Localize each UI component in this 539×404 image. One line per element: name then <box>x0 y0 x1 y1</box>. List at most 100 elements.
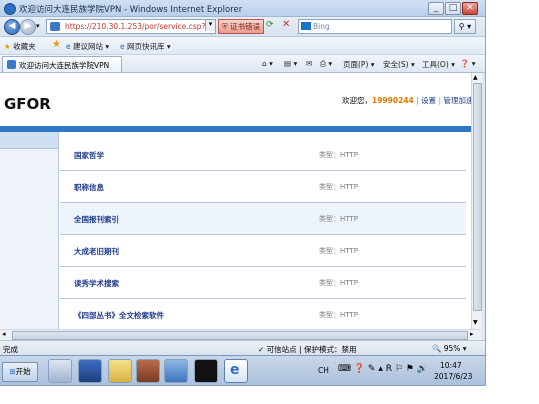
tab-active[interactable]: 欢迎访问大连民族学院VPN <box>2 56 122 72</box>
ie-page-icon: e <box>66 42 71 51</box>
shield-icon: ⛨ <box>221 22 228 31</box>
settings-link[interactable]: 设置 <box>421 96 436 105</box>
folder-icon[interactable] <box>108 359 132 383</box>
resource-type: 类型：HTTP <box>319 279 358 287</box>
tab-title: 欢迎访问大连民族学院VPN <box>19 61 110 70</box>
back-button[interactable]: ◀ <box>4 19 20 35</box>
search-icon: ⚲ ▾ <box>458 22 472 31</box>
certificate-error-label: 证书错误 <box>230 22 260 31</box>
minimize-button[interactable]: _ <box>428 2 444 15</box>
welcome-text: 欢迎您， <box>342 96 372 105</box>
taskbar: ⊞开始 e CH ⌨ ❓ ✎ ▴ R ⚐ ⚑ 🔊 10:47 2017/6/23 <box>0 355 485 385</box>
page-viewport: GFOR 欢迎您，19990244 | 设置 | 管理加速 国家哲学 类型：HT… <box>0 73 471 329</box>
bing-icon <box>301 22 311 30</box>
close-button[interactable]: ✕ <box>462 2 478 15</box>
resource-type: 类型：HTTP <box>319 311 358 319</box>
resource-name[interactable]: 读秀学术搜索 <box>74 278 119 289</box>
username: 19990244 <box>372 96 414 105</box>
tools-menu[interactable]: 工具(O) ▾ <box>422 59 455 70</box>
resource-row[interactable]: 《四部丛书》全文检索软件 类型：HTTP <box>60 299 466 329</box>
clock-date[interactable]: 2017/6/23 <box>434 372 472 381</box>
resource-name[interactable]: 《四部丛书》全文检索软件 <box>74 310 164 321</box>
input-method-indicator[interactable]: CH <box>318 366 329 375</box>
resource-type: 类型：HTTP <box>319 247 358 255</box>
print-icon[interactable]: ⎙ ▾ <box>320 59 332 69</box>
status-text: 完成 <box>3 345 18 354</box>
stop-icon[interactable]: ✕ <box>282 19 290 30</box>
mail-icon[interactable]: ✉ <box>306 59 312 68</box>
site-logo: GFOR <box>4 95 51 113</box>
certificate-error-button[interactable]: ⛨ 证书错误 <box>218 19 264 34</box>
package-icon[interactable] <box>136 359 160 383</box>
powershell-icon[interactable] <box>78 359 102 383</box>
side-panel-item[interactable] <box>0 132 58 149</box>
scroll-left-icon[interactable]: ◂ <box>2 330 6 338</box>
address-dropdown-icon[interactable]: ▾ <box>205 20 215 31</box>
resource-name[interactable]: 全国报刊索引 <box>74 214 119 225</box>
address-url: https://210.30.1.253/por/service.csp?ty <box>65 22 213 31</box>
resource-name[interactable]: 职称信息 <box>74 182 104 193</box>
home-icon[interactable]: ⌂ ▾ <box>262 59 273 68</box>
refresh-icon[interactable]: ⟳ <box>266 20 274 30</box>
tab-command-bar: 欢迎访问大连民族学院VPN ⌂ ▾ ▤ ▾ ✉ ⎙ ▾ 页面(P) ▾ 安全(S… <box>0 55 485 73</box>
resource-type: 类型：HTTP <box>319 215 358 223</box>
maximize-button[interactable]: □ <box>445 2 461 15</box>
favorites-button[interactable]: ★ 收藏夹 <box>4 41 36 52</box>
favorites-bar: ★ 收藏夹 ★ e 建议网站 ▾ e 网页快讯库 ▾ <box>0 37 485 55</box>
cmd-icon[interactable] <box>194 359 218 383</box>
scroll-down-icon[interactable]: ▼ <box>473 319 478 326</box>
status-bar: 完成 ✓ 可信站点 | 保护模式：禁用 🔍 95% ▾ <box>0 340 485 355</box>
resource-row[interactable]: 职称信息 类型：HTTP <box>60 171 466 203</box>
internet-explorer-icon[interactable]: e <box>224 359 248 383</box>
page-icon <box>50 22 60 31</box>
search-input[interactable]: Bing <box>298 19 452 34</box>
title-bar: 欢迎访问大连民族学院VPN - Windows Internet Explore… <box>0 0 485 17</box>
resource-row[interactable]: 读秀学术搜索 类型：HTTP <box>60 267 466 299</box>
search-button[interactable]: ⚲ ▾ <box>454 19 476 34</box>
resource-type: 类型：HTTP <box>319 151 358 159</box>
resource-type: 类型：HTTP <box>319 183 358 191</box>
feeds-icon[interactable]: ▤ ▾ <box>284 59 297 68</box>
clock-time[interactable]: 10:47 <box>440 361 462 370</box>
resource-row[interactable]: 国家哲学 类型：HTTP <box>60 139 466 171</box>
history-dropdown-icon[interactable]: ▾ <box>36 22 40 30</box>
page-icon <box>7 60 16 69</box>
side-panel <box>0 132 59 329</box>
resource-row[interactable]: 大成老旧期刊 类型：HTTP <box>60 235 466 267</box>
star-icon: ★ <box>4 42 11 51</box>
zoom-control[interactable]: 🔍 95% ▾ <box>432 344 467 353</box>
vertical-scrollbar[interactable]: ▲ ▼ <box>471 73 482 329</box>
vertical-scroll-thumb[interactable] <box>473 83 482 311</box>
system-tray-icons[interactable]: ⌨ ❓ ✎ ▴ R ⚐ ⚑ 🔊 <box>338 364 428 374</box>
resource-name[interactable]: 国家哲学 <box>74 150 104 161</box>
start-button[interactable]: ⊞开始 <box>2 362 38 382</box>
browser-window: 欢迎访问大连民族学院VPN - Windows Internet Explore… <box>0 0 486 386</box>
server-manager-icon[interactable] <box>48 359 72 383</box>
ie-icon <box>4 3 16 15</box>
address-row: ◀ ▶ ▾ https://210.30.1.253/por/service.c… <box>0 17 485 37</box>
scroll-up-icon[interactable]: ▲ <box>473 74 478 81</box>
horizontal-scrollbar[interactable]: ◂ ▸ <box>0 329 481 340</box>
header-band <box>0 126 471 132</box>
search-placeholder: Bing <box>313 22 330 31</box>
ie-page-icon: e <box>120 42 125 51</box>
suggested-sites-label: 建议网站 ▾ <box>73 42 110 51</box>
favorites-label: 收藏夹 <box>13 42 36 51</box>
horizontal-scroll-thumb[interactable] <box>12 331 468 340</box>
help-menu[interactable]: ❓ ▾ <box>460 59 476 68</box>
forward-button[interactable]: ▶ <box>20 19 36 35</box>
address-field[interactable]: https://210.30.1.253/por/service.csp?ty <box>46 19 216 34</box>
safety-menu[interactable]: 安全(S) ▾ <box>383 59 415 70</box>
security-zone[interactable]: ✓ 可信站点 | 保护模式：禁用 <box>258 344 356 355</box>
suggested-sites-link[interactable]: e 建议网站 ▾ <box>66 41 109 52</box>
network-icon[interactable] <box>164 359 188 383</box>
add-favorite-icon[interactable]: ★ <box>52 39 61 50</box>
page-menu[interactable]: 页面(P) ▾ <box>343 59 375 70</box>
window-title: 欢迎访问大连民族学院VPN - Windows Internet Explore… <box>19 5 243 15</box>
web-slice-gallery-link[interactable]: e 网页快讯库 ▾ <box>120 41 171 52</box>
resource-name[interactable]: 大成老旧期刊 <box>74 246 119 257</box>
resource-row[interactable]: 全国报刊索引 类型：HTTP <box>60 203 466 235</box>
admin-link[interactable]: 管理加速 <box>443 96 471 105</box>
scroll-right-icon[interactable]: ▸ <box>470 330 474 338</box>
start-label: 开始 <box>15 367 31 376</box>
